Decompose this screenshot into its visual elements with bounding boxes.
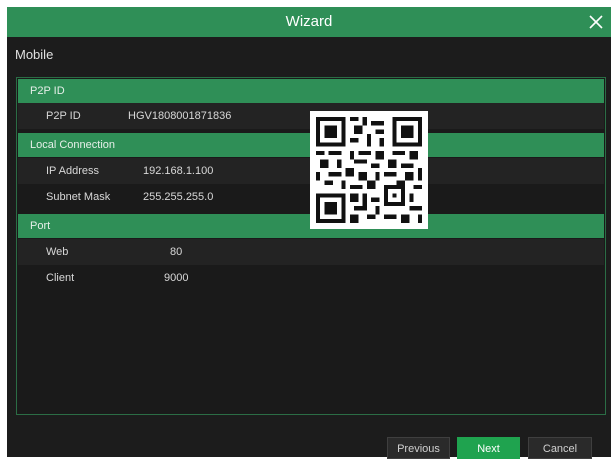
row-label: Subnet Mask xyxy=(46,191,111,203)
section-title: Mobile xyxy=(15,47,54,62)
qr-code xyxy=(310,111,428,229)
row-label: P2P ID xyxy=(46,110,81,122)
row-label: Web xyxy=(46,246,69,258)
qr-code-icon xyxy=(316,117,422,223)
close-button[interactable] xyxy=(583,9,609,35)
row-value: 255.255.255.0 xyxy=(143,191,214,203)
cancel-button[interactable]: Cancel xyxy=(528,437,592,459)
title-bar: Wizard xyxy=(7,7,611,37)
button-bar: Previous Next Cancel xyxy=(7,417,611,459)
row-value: HGV1808001871836 xyxy=(128,110,232,122)
row-label: Client xyxy=(46,272,75,284)
previous-button[interactable]: Previous xyxy=(387,437,450,459)
web-port-row: Web 80 xyxy=(18,239,604,265)
group-header-p2p: P2P ID xyxy=(18,79,604,103)
row-label: IP Address xyxy=(46,165,99,177)
row-value: 192.168.1.100 xyxy=(143,165,214,177)
client-port-row: Client 9000 xyxy=(18,265,604,291)
row-value: 9000 xyxy=(164,272,189,284)
close-icon xyxy=(589,15,603,29)
next-button[interactable]: Next xyxy=(457,437,520,459)
row-value: 80 xyxy=(170,246,183,258)
window-title: Wizard xyxy=(285,13,333,30)
wizard-window: Wizard Mobile P2P ID P2P ID HGV180800187… xyxy=(7,7,611,459)
